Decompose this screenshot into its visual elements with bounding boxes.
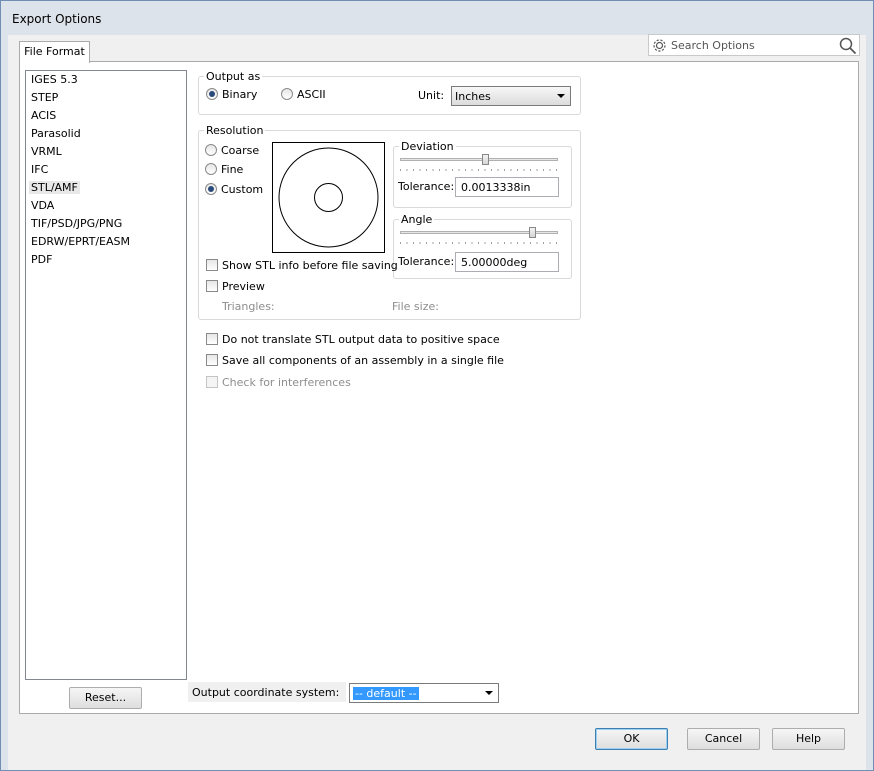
list-item[interactable]: IFC [31, 163, 48, 176]
deviation-tolerance-field[interactable]: 0.0013338in [455, 177, 559, 197]
cancel-button[interactable]: Cancel [687, 728, 760, 750]
preview-label[interactable]: Preview [222, 280, 265, 293]
list-item[interactable]: IGES 5.3 [31, 73, 78, 86]
angle-tolerance-field[interactable]: 5.00000deg [455, 252, 559, 272]
search-icon[interactable] [839, 37, 857, 58]
list-item[interactable]: STEP [31, 91, 58, 104]
list-item[interactable]: ACIS [31, 109, 56, 122]
coordinate-system-label: Output coordinate system: [192, 686, 340, 699]
triangles-label: Triangles: [222, 300, 275, 313]
coarse-label[interactable]: Coarse [221, 144, 259, 157]
help-button[interactable]: Help [772, 728, 845, 750]
custom-label[interactable]: Custom [221, 183, 263, 196]
angle-title: Angle [399, 213, 435, 226]
list-item[interactable]: EDRW/EPRT/EASM [31, 235, 130, 248]
deviation-slider-ticks [400, 169, 558, 171]
list-item[interactable]: VRML [31, 145, 62, 158]
search-options-box[interactable]: Search Options [648, 34, 860, 56]
chevron-down-icon [557, 94, 565, 98]
resolution-title: Resolution [204, 124, 266, 137]
reset-button[interactable]: Reset... [69, 687, 142, 709]
output-as-title: Output as [204, 70, 263, 83]
tab-file-format[interactable]: File Format [19, 41, 90, 63]
ok-button[interactable]: OK [595, 728, 668, 750]
deviation-tolerance-label: Tolerance: [398, 180, 455, 193]
deviation-slider-track [400, 158, 558, 161]
angle-slider-ticks [400, 242, 558, 244]
fine-label[interactable]: Fine [221, 163, 243, 176]
save-all-components-label[interactable]: Save all components of an assembly in a … [222, 354, 504, 367]
format-list[interactable]: IGES 5.3 STEP ACIS Parasolid VRML IFC ST… [25, 70, 187, 680]
binary-label[interactable]: Binary [222, 88, 257, 101]
list-item[interactable]: VDA [31, 199, 54, 212]
resolution-preview [272, 142, 385, 253]
title-bar[interactable]: Export Options [1, 1, 873, 35]
tessellation-preview-graphic [278, 147, 379, 248]
coordinate-system-select[interactable]: -- default -- [349, 683, 499, 703]
chevron-down-icon [485, 691, 493, 695]
ascii-radio[interactable] [281, 88, 293, 100]
check-interferences-label: Check for interferences [222, 376, 351, 389]
check-interferences-checkbox [206, 376, 218, 388]
coarse-radio[interactable] [205, 144, 217, 156]
window-title: Export Options [12, 12, 102, 26]
no-translate-checkbox[interactable] [206, 333, 218, 345]
file-size-label: File size: [392, 300, 439, 313]
list-item[interactable]: PDF [31, 253, 52, 266]
show-stl-info-checkbox[interactable] [206, 259, 218, 271]
preview-checkbox[interactable] [206, 280, 218, 292]
deviation-title: Deviation [399, 140, 456, 153]
angle-slider-thumb[interactable] [529, 227, 537, 238]
ascii-label[interactable]: ASCII [297, 88, 326, 101]
show-stl-info-label[interactable]: Show STL info before file saving [222, 259, 398, 272]
list-item-selected[interactable]: STL/AMF [29, 181, 80, 194]
custom-radio[interactable] [205, 183, 217, 195]
fine-radio[interactable] [205, 163, 217, 175]
unit-value: Inches [455, 90, 491, 103]
list-item[interactable]: TIF/PSD/JPG/PNG [31, 217, 122, 230]
angle-tolerance-label: Tolerance: [398, 255, 455, 268]
search-input[interactable]: Search Options [671, 39, 755, 52]
coordinate-system-value: -- default -- [353, 687, 419, 700]
no-translate-label[interactable]: Do not translate STL output data to posi… [222, 333, 500, 346]
unit-select[interactable]: Inches [451, 86, 571, 106]
list-item[interactable]: Parasolid [31, 127, 81, 140]
save-all-components-checkbox[interactable] [206, 354, 218, 366]
deviation-slider-thumb[interactable] [481, 154, 489, 165]
binary-radio[interactable] [206, 88, 218, 100]
gear-icon [652, 38, 667, 56]
unit-label: Unit: [418, 89, 445, 102]
